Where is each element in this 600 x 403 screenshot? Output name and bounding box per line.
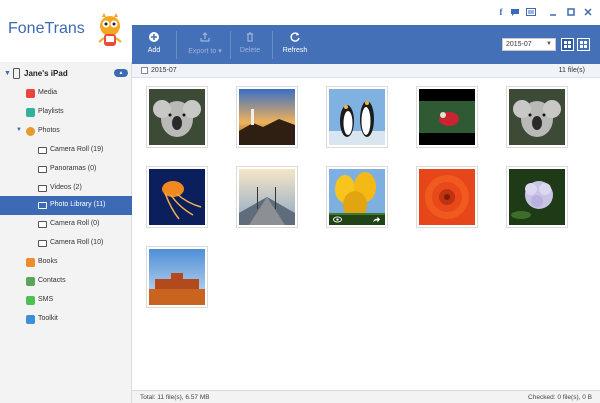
sidebar-item-contacts[interactable]: Contacts [0, 272, 132, 291]
total-files-text: Total: 11 file(s), 6.57 MB [140, 394, 210, 401]
device-expand-arrow-icon[interactable]: ▼ [4, 70, 11, 77]
photo-thumbnail[interactable] [416, 86, 478, 148]
sidebar-item-label: Panoramas (0) [50, 165, 97, 172]
album-icon [38, 240, 47, 247]
device-name: Jane's iPad [24, 69, 68, 78]
toolbar-separator [230, 31, 231, 59]
export-label: Export to ▾ [188, 48, 222, 55]
photo-thumbnail[interactable] [326, 86, 388, 148]
playlists-icon [26, 108, 35, 117]
photo-thumbnail[interactable] [146, 166, 208, 228]
delete-button[interactable]: Delete [236, 25, 264, 64]
album-icon [38, 202, 47, 209]
window-title-bar: f [132, 0, 600, 25]
mascot-logo-icon [98, 13, 122, 46]
photo-thumbnail[interactable] [326, 166, 388, 228]
sidebar-item-label: Playlists [38, 108, 64, 115]
sidebar-item-panoramas[interactable]: Panoramas (0) [0, 160, 132, 179]
photos-icon [26, 127, 35, 136]
toolbar: Add Export to ▾ Delete Refresh 2015-07 ▼ [132, 25, 600, 64]
sidebar-item-label: Photos [38, 127, 60, 134]
sidebar-item-label: Videos (2) [50, 184, 82, 191]
add-icon [148, 31, 160, 43]
app-title: FoneTrans [8, 20, 85, 37]
photo-thumbnail[interactable] [146, 246, 208, 308]
group-date-label: 2015-07 [151, 67, 177, 74]
facebook-icon[interactable]: f [496, 7, 506, 17]
group-file-count: 11 file(s) [558, 67, 585, 74]
photo-thumbnail[interactable] [236, 86, 298, 148]
sidebar-item-label: Camera Roll (19) [50, 146, 104, 153]
refresh-icon [289, 31, 301, 43]
export-to-button[interactable]: Export to ▾ [182, 25, 228, 64]
sidebar-item-toolkit[interactable]: Toolkit [0, 310, 132, 329]
brand-area: FoneTrans [0, 0, 132, 62]
photo-thumbnail[interactable] [236, 166, 298, 228]
toolbar-separator [272, 31, 273, 59]
toolkit-icon [26, 315, 35, 324]
trash-icon [244, 31, 256, 43]
add-label: Add [147, 47, 161, 54]
add-button[interactable]: Add [140, 25, 168, 64]
large-grid-view-button[interactable] [577, 38, 590, 51]
sidebar-item-sms[interactable]: SMS [0, 291, 132, 310]
sidebar-item-label: Camera Roll (0) [50, 220, 100, 227]
album-icon [38, 221, 47, 228]
maximize-icon[interactable] [566, 7, 576, 17]
menu-icon[interactable] [526, 7, 536, 17]
chat-icon[interactable] [510, 7, 520, 17]
eye-icon[interactable] [333, 215, 342, 228]
media-icon [26, 89, 35, 98]
minimize-icon[interactable] [548, 7, 558, 17]
export-text: Export to [188, 48, 217, 55]
refresh-button[interactable]: Refresh [278, 25, 312, 64]
grid-view-button[interactable] [561, 38, 574, 51]
device-row[interactable]: ▼ Jane's iPad ▲ [0, 66, 132, 82]
close-icon[interactable] [583, 7, 593, 17]
album-icon [38, 147, 47, 154]
export-icon [199, 31, 211, 43]
album-icon [38, 185, 47, 192]
contacts-icon [26, 277, 35, 286]
sidebar-item-playlists[interactable]: Playlists [0, 103, 132, 122]
sidebar-item-label: Media [38, 89, 58, 96]
toolbar-separator [176, 31, 177, 59]
delete-label: Delete [239, 47, 261, 54]
photos-expand-arrow-icon[interactable]: ▼ [16, 127, 22, 133]
status-bar: Total: 11 file(s), 6.57 MB Checked: 0 fi… [132, 390, 600, 403]
sidebar-item-photos[interactable]: ▼ Photos [0, 122, 132, 141]
photo-thumbnail[interactable] [146, 86, 208, 148]
sidebar-item-label: Toolkit [38, 315, 58, 322]
sidebar-item-label: SMS [38, 296, 54, 303]
sidebar-item-label: Books [38, 258, 58, 265]
books-icon [26, 258, 35, 267]
date-filter-select[interactable]: 2015-07 ▼ [502, 38, 556, 51]
sidebar-item-camera-roll-0[interactable]: Camera Roll (0) [0, 215, 132, 234]
thumbnail-hover-overlay [329, 215, 385, 225]
album-icon [38, 166, 47, 173]
sidebar-item-label: Contacts [38, 277, 66, 284]
refresh-label: Refresh [282, 47, 308, 54]
sidebar-item-label: Camera Roll (10) [50, 239, 104, 246]
photo-thumbnail[interactable] [416, 166, 478, 228]
sidebar-item-media[interactable]: Media [0, 84, 132, 103]
checked-files-text: Checked: 0 file(s), 0 B [528, 394, 592, 401]
date-group-header: 2015-07 11 file(s) [132, 64, 600, 78]
share-icon[interactable] [372, 215, 381, 228]
sidebar: FoneTrans ▼ Jane's iPad ▲ Media Playlist… [0, 0, 132, 403]
date-filter-value: 2015-07 [506, 41, 532, 48]
chevron-down-icon: ▼ [546, 41, 552, 47]
eject-button[interactable]: ▲ [114, 69, 128, 77]
sidebar-item-photo-library[interactable]: Photo Library (11) [0, 196, 132, 215]
ipad-icon [13, 68, 20, 79]
sidebar-item-label: Photo Library (11) [50, 201, 106, 208]
sidebar-item-camera-roll-19[interactable]: Camera Roll (19) [0, 141, 132, 160]
sidebar-item-camera-roll-10[interactable]: Camera Roll (10) [0, 234, 132, 253]
photo-thumbnail[interactable] [506, 86, 568, 148]
group-select-checkbox[interactable] [141, 67, 148, 74]
sms-icon [26, 296, 35, 305]
photo-thumbnail[interactable] [506, 166, 568, 228]
sidebar-item-books[interactable]: Books [0, 253, 132, 272]
